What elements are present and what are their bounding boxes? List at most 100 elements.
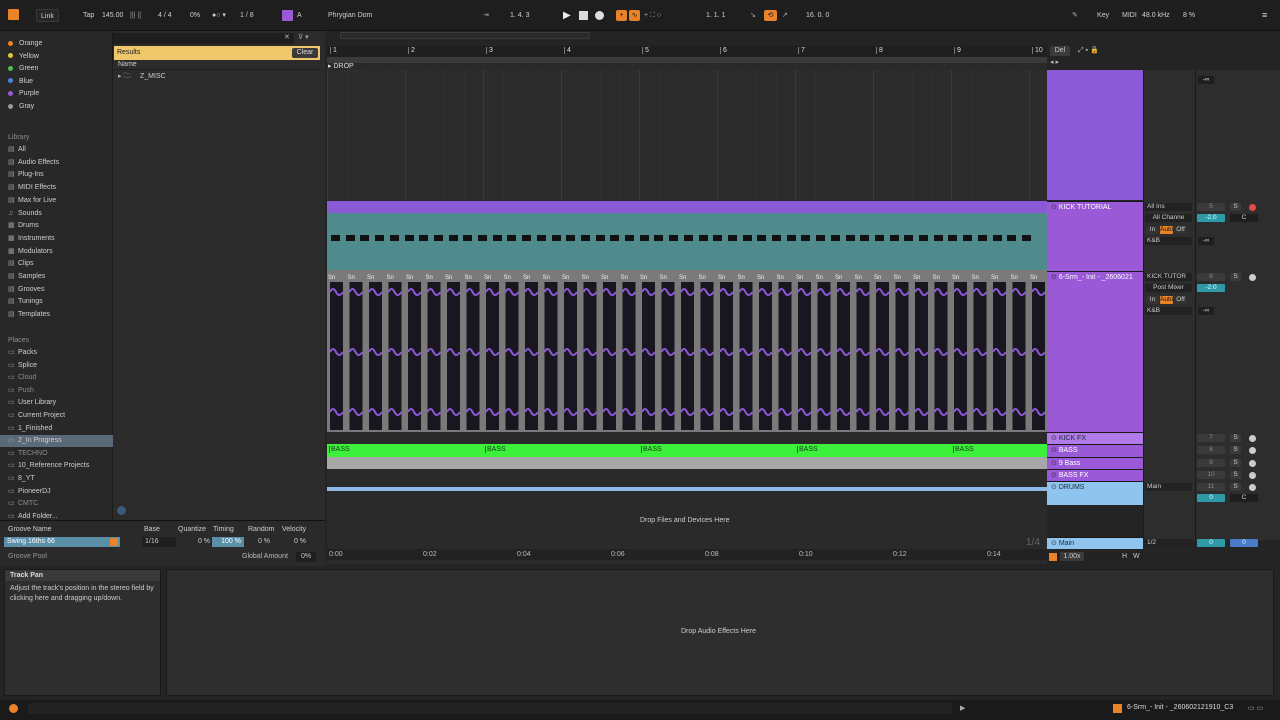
- color-tag-yellow[interactable]: Yellow: [8, 51, 39, 63]
- clear-search-icon[interactable]: ✕: [284, 33, 290, 41]
- places-item-cmtc[interactable]: ▭ CMTC: [8, 498, 38, 510]
- srm-clip[interactable]: [466, 282, 480, 430]
- track-number[interactable]: 8: [1197, 446, 1225, 454]
- track-name[interactable]: BASS: [1059, 447, 1078, 454]
- loop-length-field[interactable]: 16. 0. 0: [806, 9, 829, 22]
- srm-clip[interactable]: [837, 282, 850, 430]
- library-item-grooves[interactable]: ▤ Grooves: [8, 284, 44, 296]
- monitor-off[interactable]: Off: [1174, 226, 1187, 234]
- srm-clip[interactable]: [895, 282, 909, 430]
- track-header-7[interactable]: ⊙ Main: [1047, 537, 1143, 549]
- link-button[interactable]: Link: [36, 9, 59, 22]
- groove-velocity[interactable]: 0 %: [278, 537, 306, 547]
- bar-number[interactable]: 5: [642, 47, 649, 54]
- groove-random[interactable]: 0 %: [246, 537, 270, 547]
- solo-button[interactable]: S: [1230, 434, 1241, 442]
- track-header-5[interactable]: ⊙ BASS FX: [1047, 469, 1143, 481]
- color-tag-green[interactable]: Green: [8, 63, 38, 75]
- bar-number[interactable]: 8: [876, 47, 883, 54]
- solo-button[interactable]: S: [1230, 203, 1241, 211]
- fold-icon[interactable]: ⊙: [1051, 274, 1059, 281]
- library-item-plug-ins[interactable]: ▤ Plug-Ins: [8, 169, 44, 181]
- quantize-menu[interactable]: 1 / 8: [240, 9, 254, 22]
- master-volume[interactable]: 0: [1230, 539, 1258, 547]
- delete-button[interactable]: Del: [1050, 46, 1070, 56]
- fold-icon[interactable]: ⊙: [1051, 460, 1059, 467]
- status-arrow-icon[interactable]: ▶: [960, 704, 965, 712]
- bass-clip[interactable]: BASS: [329, 446, 350, 453]
- key-root-menu[interactable]: A: [297, 9, 302, 22]
- monitor-auto[interactable]: Auto: [1160, 226, 1173, 234]
- empty-lane[interactable]: [327, 70, 1089, 200]
- solo-button[interactable]: S: [1230, 459, 1241, 467]
- groove-commit-icon[interactable]: [110, 538, 118, 546]
- track-header-4[interactable]: ⊙ 9 Bass: [1047, 457, 1143, 469]
- track-header-2[interactable]: ⊙ KICK FX: [1047, 432, 1143, 444]
- overview-strip[interactable]: [340, 32, 590, 39]
- bass-lane[interactable]: BASS BASS BASS BASS BASS: [327, 444, 1047, 457]
- track-name[interactable]: DRUMS: [1059, 484, 1085, 491]
- arm-icon[interactable]: [1249, 447, 1256, 454]
- srm-clip[interactable]: [505, 282, 519, 430]
- status-icon[interactable]: [9, 704, 18, 713]
- draw-mode-icon[interactable]: ✎: [1072, 9, 1078, 22]
- clear-button[interactable]: Clear: [292, 48, 318, 58]
- groove-name[interactable]: Swing 16ths 66: [4, 537, 120, 547]
- track-send[interactable]: -∞: [1198, 237, 1214, 245]
- places-item-2-in-progress[interactable]: ▭ 2_In Progress: [0, 435, 113, 448]
- bar-number[interactable]: 9: [954, 47, 961, 54]
- srm-clip[interactable]: [876, 282, 889, 430]
- srm-clip[interactable]: [954, 282, 967, 430]
- loop-start-field[interactable]: 1. 1. 1: [706, 9, 725, 22]
- track-number[interactable]: 11: [1197, 483, 1225, 491]
- automation-arm-icon[interactable]: ∿: [629, 10, 640, 21]
- midi-map-button[interactable]: MIDI: [1122, 9, 1137, 22]
- library-item-modulators[interactable]: ▦ Modulators: [8, 246, 53, 258]
- library-item-max-for-live[interactable]: ▤ Max for Live: [8, 195, 56, 207]
- global-amount-value[interactable]: 0%: [296, 552, 316, 562]
- srm-clip[interactable]: [681, 282, 694, 430]
- device-view[interactable]: Drop Audio Effects Here: [166, 569, 1274, 696]
- srm-clip[interactable]: [934, 282, 948, 430]
- track-number[interactable]: 10: [1197, 471, 1225, 479]
- track-number[interactable]: 7: [1197, 434, 1225, 442]
- srm-clip[interactable]: [349, 282, 363, 430]
- master-speed[interactable]: 1.00x: [1060, 552, 1084, 561]
- locator-drop[interactable]: ▸ DROP: [328, 62, 354, 70]
- arm-icon[interactable]: [1249, 460, 1256, 467]
- browser-toggle-icon[interactable]: [8, 9, 19, 20]
- bar-number[interactable]: 2: [408, 47, 415, 54]
- bar-number[interactable]: 10: [1032, 47, 1043, 54]
- track-output[interactable]: 1/2: [1145, 539, 1192, 547]
- places-item-8-yt[interactable]: ▭ 8_YT: [8, 473, 35, 485]
- library-item-all[interactable]: ▤ All: [8, 144, 26, 156]
- places-item-packs[interactable]: ▭ Packs: [8, 347, 37, 359]
- srm-clip[interactable]: [427, 282, 441, 430]
- srm-clip[interactable]: [973, 282, 987, 430]
- bar-number[interactable]: 6: [720, 47, 727, 54]
- meter-field[interactable]: 4 / 4: [158, 9, 172, 22]
- srm-clip[interactable]: [720, 282, 733, 430]
- srm-clip[interactable]: [798, 282, 811, 430]
- tempo-field[interactable]: 145.00: [102, 9, 123, 22]
- bass-clip[interactable]: BASS: [953, 446, 974, 453]
- menu-icon[interactable]: ≡: [1262, 9, 1267, 22]
- tap-button[interactable]: Tap: [83, 9, 94, 22]
- fold-icon[interactable]: ⊙: [1051, 447, 1059, 454]
- places-item-splice[interactable]: ▭ Splice: [8, 360, 37, 372]
- track-volume[interactable]: -2.0: [1197, 284, 1225, 292]
- monitor-auto[interactable]: Auto: [1160, 296, 1173, 304]
- track-header-1[interactable]: ⊙ 6-Srm_- Init - _2606021: [1047, 271, 1143, 433]
- fold-icon[interactable]: ⊙: [1051, 472, 1059, 479]
- srm-clip[interactable]: [564, 282, 577, 430]
- bass-sub-lane[interactable]: [327, 457, 1047, 469]
- solo-button[interactable]: S: [1230, 446, 1241, 454]
- srm-clip[interactable]: [388, 282, 402, 430]
- drums-lane[interactable]: [327, 487, 1047, 491]
- capture-icons[interactable]: + ⛶ ○: [644, 9, 661, 22]
- places-item-cloud[interactable]: ▭ Cloud: [8, 372, 36, 384]
- overdub-icon[interactable]: +: [616, 10, 627, 21]
- srm-clip[interactable]: [700, 282, 714, 430]
- srm-clip[interactable]: [369, 282, 382, 430]
- bass-clip[interactable]: BASS: [797, 446, 818, 453]
